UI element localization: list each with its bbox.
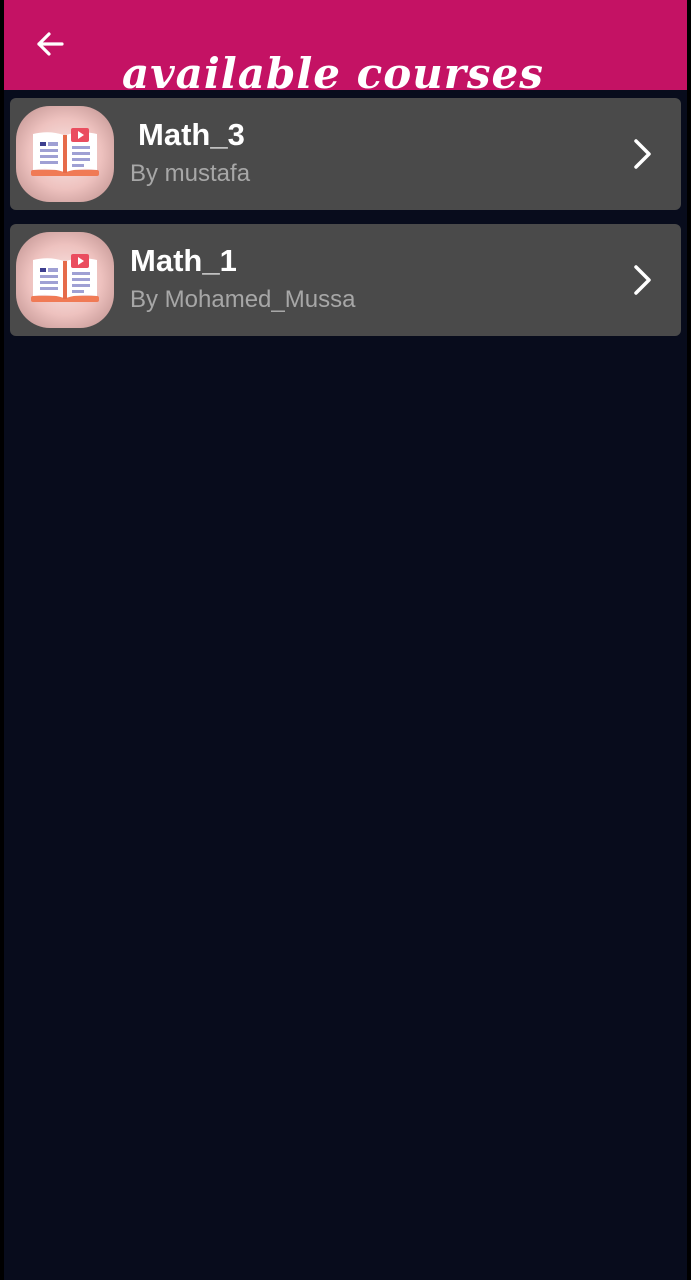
course-card-math-1[interactable]: Math_1 By Mohamed_Mussa: [10, 224, 681, 336]
chevron-right-icon: [629, 262, 657, 298]
course-thumbnail: [16, 106, 114, 202]
course-author: By Mohamed_Mussa: [130, 286, 356, 313]
course-author: By mustafa: [130, 160, 251, 187]
course-card-math-3[interactable]: Math_3 By mustafa: [10, 98, 681, 210]
open-book-video-icon: [31, 254, 99, 302]
course-list-screen: available courses Math_3 By mustafa Math…: [4, 0, 687, 1280]
back-button[interactable]: [28, 22, 72, 66]
arrow-left-icon: [37, 32, 64, 56]
open-book-video-icon: [31, 128, 99, 176]
course-thumbnail: [16, 232, 114, 328]
course-title: Math_1: [130, 243, 237, 278]
course-title: Math_3: [138, 117, 245, 152]
page-title: available courses: [122, 49, 544, 99]
app-bar: available courses: [4, 0, 687, 98]
chevron-right-icon: [629, 136, 657, 172]
course-list: Math_3 By mustafa Math_1 By Mohamed_Muss…: [10, 98, 681, 350]
